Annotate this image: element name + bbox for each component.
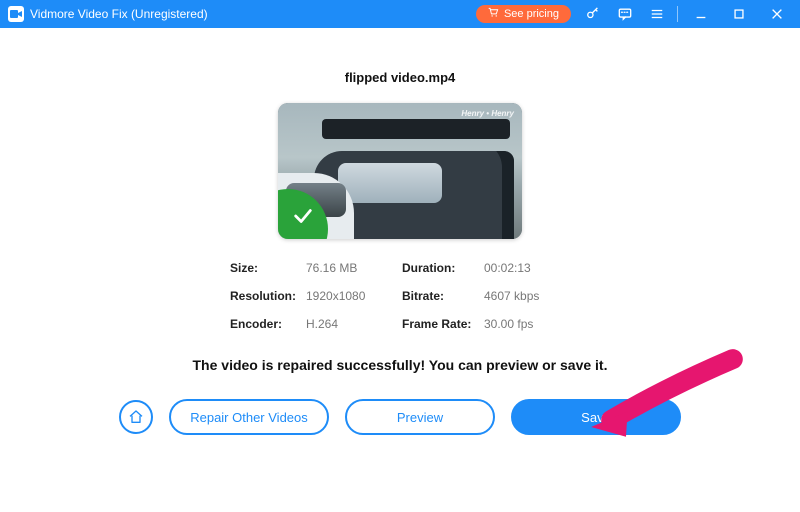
repair-other-videos-button[interactable]: Repair Other Videos xyxy=(169,399,329,435)
app-logo-icon xyxy=(8,6,24,22)
thumbnail-watermark: Henry • Henry xyxy=(461,109,514,118)
window-maximize-button[interactable] xyxy=(720,0,758,28)
home-button[interactable] xyxy=(119,400,153,434)
encoder-value: H.264 xyxy=(306,317,398,331)
feedback-icon[interactable] xyxy=(609,0,641,28)
encoder-label: Encoder: xyxy=(230,317,302,331)
file-name: flipped video.mp4 xyxy=(0,70,800,85)
separator xyxy=(677,6,678,22)
key-icon[interactable] xyxy=(577,0,609,28)
resolution-label: Resolution: xyxy=(230,289,302,303)
framerate-label: Frame Rate: xyxy=(402,317,480,331)
see-pricing-button[interactable]: See pricing xyxy=(476,5,571,23)
menu-icon[interactable] xyxy=(641,0,673,28)
preview-button[interactable]: Preview xyxy=(345,399,495,435)
window-title: Vidmore Video Fix (Unregistered) xyxy=(30,7,208,21)
resolution-value: 1920x1080 xyxy=(306,289,398,303)
status-message: The video is repaired successfully! You … xyxy=(0,357,800,373)
cart-icon xyxy=(488,7,499,21)
size-value: 76.16 MB xyxy=(306,261,398,275)
duration-label: Duration: xyxy=(402,261,480,275)
see-pricing-label: See pricing xyxy=(504,8,559,20)
home-icon xyxy=(128,409,144,425)
framerate-value: 30.00 fps xyxy=(484,317,576,331)
main-content: flipped video.mp4 Henry • Henry Size: 76… xyxy=(0,28,800,435)
bitrate-value: 4607 kbps xyxy=(484,289,576,303)
video-thumbnail: Henry • Henry xyxy=(278,103,522,239)
duration-value: 00:02:13 xyxy=(484,261,576,275)
save-button[interactable]: Save xyxy=(511,399,681,435)
action-bar: Repair Other Videos Preview Save xyxy=(0,399,800,435)
titlebar: Vidmore Video Fix (Unregistered) See pri… xyxy=(0,0,800,28)
window-close-button[interactable] xyxy=(758,0,796,28)
window-minimize-button[interactable] xyxy=(682,0,720,28)
checkmark-icon xyxy=(292,205,314,227)
size-label: Size: xyxy=(230,261,302,275)
bitrate-label: Bitrate: xyxy=(402,289,480,303)
metadata-grid: Size: 76.16 MB Duration: 00:02:13 Resolu… xyxy=(230,261,570,331)
